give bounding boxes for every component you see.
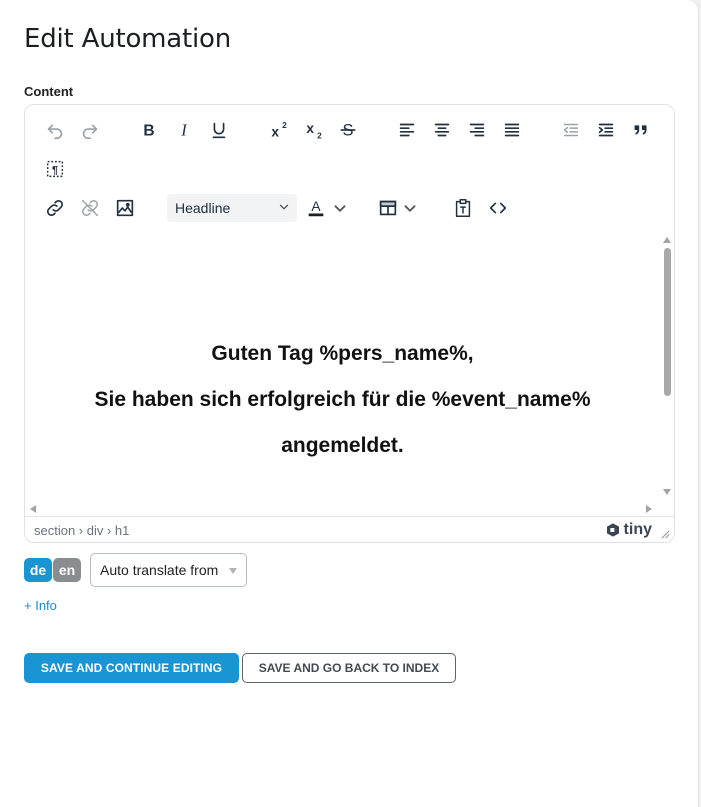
link-icon[interactable]	[40, 193, 70, 223]
align-left-icon[interactable]	[392, 115, 422, 145]
source-code-icon[interactable]	[483, 193, 513, 223]
table-chevron-icon[interactable]	[399, 193, 421, 223]
unlink-icon[interactable]	[75, 193, 105, 223]
svg-text:¶: ¶	[52, 165, 58, 177]
strikethrough-icon[interactable]: S	[333, 115, 363, 145]
align-right-icon[interactable]	[462, 115, 492, 145]
scroll-right-arrow-icon[interactable]	[646, 505, 652, 513]
bold-icon[interactable]: B	[134, 115, 164, 145]
save-and-back-button[interactable]: SAVE AND GO BACK TO INDEX	[242, 653, 456, 683]
block-format-value: Headline	[175, 200, 231, 216]
editor-toolbar: B I x2 x2 S ¶ Headline A	[25, 105, 674, 232]
indent-icon[interactable]	[591, 115, 621, 145]
scroll-left-arrow-icon[interactable]	[30, 505, 36, 513]
italic-icon[interactable]: I	[169, 115, 199, 145]
save-and-continue-button[interactable]: SAVE AND CONTINUE EDITING	[24, 653, 239, 683]
tiny-brand[interactable]: tiny	[605, 521, 652, 539]
align-center-icon[interactable]	[427, 115, 457, 145]
visual-blocks-icon[interactable]: ¶	[40, 154, 70, 184]
blockquote-icon[interactable]	[626, 115, 656, 145]
edit-automation-card: Edit Automation Content B I x2 x 2 S ¶ H…	[0, 0, 699, 807]
scroll-up-arrow-icon[interactable]	[663, 237, 671, 243]
text-color-icon[interactable]: A	[303, 193, 329, 223]
content-line-3: angemeldet.	[281, 434, 404, 457]
rich-text-editor: B I x2 x2 S ¶ Headline A Guten Tag %pers…	[24, 104, 675, 543]
editor-content-area[interactable]: Guten Tag %pers_name%, Sie haben sich er…	[25, 232, 660, 502]
editor-statusbar: section › div › h1 tiny	[25, 516, 674, 542]
svg-text:x: x	[271, 124, 279, 139]
block-format-select[interactable]: Headline	[167, 194, 297, 222]
chevron-down-icon	[279, 204, 289, 210]
content-line-2: Sie haben sich erfolgreich für die %even…	[94, 388, 591, 411]
svg-text:2: 2	[282, 121, 287, 130]
content-field-label: Content	[24, 84, 74, 99]
page-title: Edit Automation	[24, 24, 232, 54]
language-tab-de[interactable]: de	[24, 558, 52, 582]
info-link[interactable]: + Info	[24, 598, 57, 613]
redo-icon[interactable]	[75, 115, 105, 145]
outdent-icon[interactable]	[556, 115, 586, 145]
svg-text:A: A	[311, 199, 321, 214]
language-tab-en[interactable]: en	[53, 558, 81, 582]
editor-horizontal-scrollbar[interactable]	[25, 502, 660, 516]
svg-text:I: I	[180, 121, 188, 140]
image-icon[interactable]	[110, 193, 140, 223]
content-line-1: Guten Tag %pers_name%,	[211, 342, 474, 365]
underline-icon[interactable]	[204, 115, 234, 145]
superscript-icon[interactable]: x2	[263, 115, 293, 145]
undo-icon[interactable]	[40, 115, 70, 145]
caret-down-icon	[229, 568, 237, 574]
subscript-icon[interactable]: x2	[298, 115, 328, 145]
auto-translate-select[interactable]: Auto translate from	[90, 553, 247, 587]
auto-translate-value: Auto translate from	[100, 562, 219, 578]
svg-text:x: x	[306, 121, 314, 136]
element-path[interactable]: section › div › h1	[34, 523, 129, 538]
editor-vertical-scrollbar[interactable]	[660, 232, 674, 502]
text-color-chevron-icon[interactable]	[329, 193, 351, 223]
tiny-brand-label: tiny	[623, 521, 652, 538]
svg-text:B: B	[143, 123, 154, 140]
scroll-down-arrow-icon[interactable]	[663, 489, 671, 495]
scrollbar-thumb[interactable]	[664, 248, 671, 396]
resize-handle-icon[interactable]	[661, 530, 670, 539]
svg-text:2: 2	[317, 131, 322, 140]
tiny-logo-icon	[606, 523, 619, 537]
paste-text-icon[interactable]	[448, 193, 478, 223]
align-justify-icon[interactable]	[497, 115, 527, 145]
